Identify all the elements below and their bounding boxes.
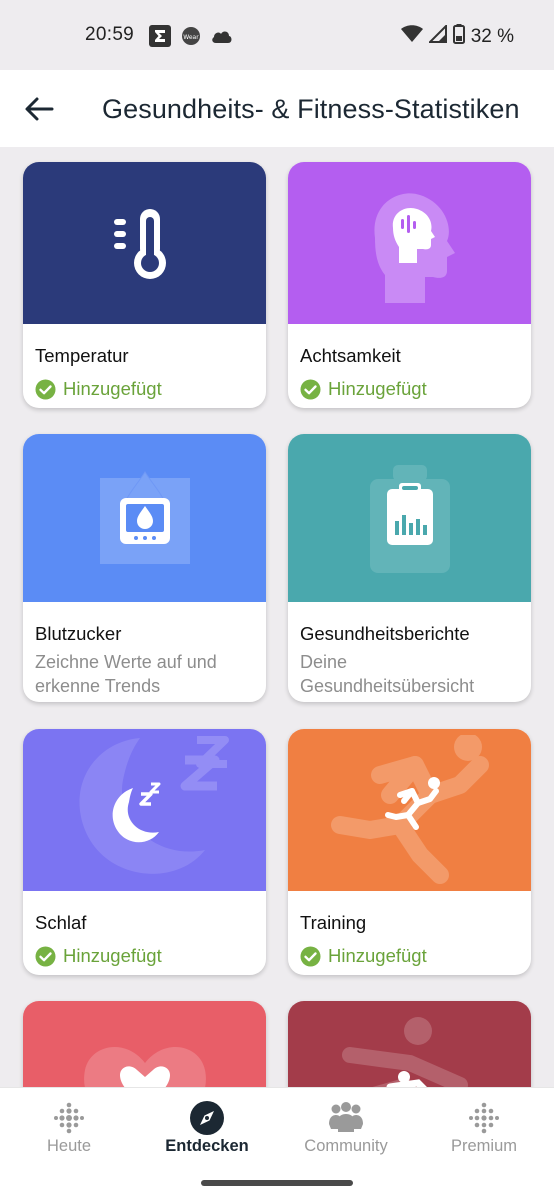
- card-hero: [23, 434, 266, 602]
- card-hero: [288, 434, 531, 602]
- card-health-reports[interactable]: Gesundheitsberichte Deine Gesundheitsübe…: [288, 434, 531, 702]
- moon-zz-icon: [78, 736, 229, 874]
- card-title: Achtsamkeit: [300, 345, 401, 366]
- card-hero: [288, 162, 531, 324]
- running-person-icon: [330, 735, 489, 884]
- nav-item-entdecken[interactable]: Entdecken: [138, 1088, 276, 1168]
- card-hero: [288, 1001, 531, 1087]
- status-notification-icons: Wear: [149, 25, 233, 53]
- nav-label: Premium: [450, 1137, 517, 1155]
- status-label: Hinzugefügt: [63, 945, 162, 966]
- sigma-icon: [149, 25, 171, 53]
- nav-item-premium[interactable]: Premium: [415, 1088, 553, 1168]
- svg-text:Wear: Wear: [183, 34, 199, 41]
- dots-grid-icon: [51, 1100, 87, 1136]
- card-hero: [288, 729, 531, 891]
- check-circle-icon: [300, 946, 321, 966]
- card-title: Gesundheitsberichte: [300, 623, 470, 644]
- card-heart-rate[interactable]: [23, 1001, 266, 1087]
- card-status: Hinzugefügt: [300, 378, 427, 400]
- status-label: Hinzugefügt: [328, 945, 427, 966]
- check-circle-icon: [35, 379, 56, 399]
- card-title: Blutzucker: [35, 623, 122, 644]
- card-status: Hinzugefügt: [35, 945, 162, 967]
- card-mindfulness[interactable]: Achtsamkeit Hinzugefügt: [288, 162, 531, 408]
- dots-diamond-icon: [466, 1100, 502, 1136]
- status-label: Hinzugefügt: [328, 378, 427, 399]
- battery-icon: [452, 24, 465, 50]
- card-temperature[interactable]: Temperatur Hinzugefügt: [23, 162, 266, 408]
- card-description: Deine Gesundheitsübersicht: [300, 652, 475, 696]
- compass-icon: [189, 1100, 225, 1136]
- stats-grid: Temperatur Hinzugefügt Achtsamkeit Hinzu…: [0, 147, 554, 1087]
- status-bar: 20:59 Wear 32 %: [0, 0, 554, 70]
- card-hero: [23, 162, 266, 324]
- wifi-icon: [400, 25, 423, 49]
- thermometer-icon: [113, 209, 166, 279]
- card-title: Training: [300, 912, 367, 933]
- app-badge-icon: Wear: [181, 26, 201, 52]
- card-sleep[interactable]: Schlaf Hinzugefügt: [23, 729, 266, 975]
- card-status: Hinzugefügt: [35, 378, 162, 400]
- nav-label: Entdecken: [165, 1137, 249, 1155]
- clipboard-chart-icon: [369, 465, 450, 573]
- mind-head-icon: [373, 193, 455, 303]
- nav-item-heute[interactable]: Heute: [0, 1088, 138, 1168]
- card-title: Temperatur: [35, 345, 129, 366]
- card-hero: [23, 1001, 266, 1087]
- card-blood-sugar[interactable]: Blutzucker Zeichne Werte auf und erkenne…: [23, 434, 266, 702]
- nav-label: Community: [304, 1137, 388, 1155]
- card-training[interactable]: Training Hinzugefügt: [288, 729, 531, 975]
- check-circle-icon: [35, 946, 56, 966]
- battery-percent: 32 %: [470, 26, 514, 47]
- back-button[interactable]: [22, 92, 56, 126]
- people-icon: [328, 1100, 364, 1136]
- card-hero: [23, 729, 266, 891]
- cloud-icon: [211, 28, 233, 50]
- card-athlete[interactable]: [288, 1001, 531, 1087]
- home-indicator[interactable]: [201, 1180, 353, 1186]
- nav-item-community[interactable]: Community: [277, 1088, 415, 1168]
- arrow-left-icon: [25, 97, 54, 121]
- heart-rate-icon: [84, 1047, 206, 1087]
- card-status: Hinzugefügt: [300, 945, 427, 967]
- blood-drop-meter-icon: [99, 471, 190, 564]
- nav-label: Heute: [46, 1137, 92, 1155]
- app-bar: Gesundheits- & Fitness-Statistiken: [0, 70, 554, 147]
- cell-signal-icon: [427, 23, 447, 49]
- page-title: Gesundheits- & Fitness-Statistiken: [102, 94, 520, 124]
- athlete-icon: [342, 1017, 468, 1087]
- check-circle-icon: [300, 379, 321, 399]
- status-label: Hinzugefügt: [63, 378, 162, 399]
- card-title: Schlaf: [35, 912, 87, 933]
- card-description: Zeichne Werte auf und erkenne Trends: [35, 652, 217, 696]
- status-time: 20:59: [85, 24, 135, 45]
- status-system-icons: 32 %: [400, 23, 514, 50]
